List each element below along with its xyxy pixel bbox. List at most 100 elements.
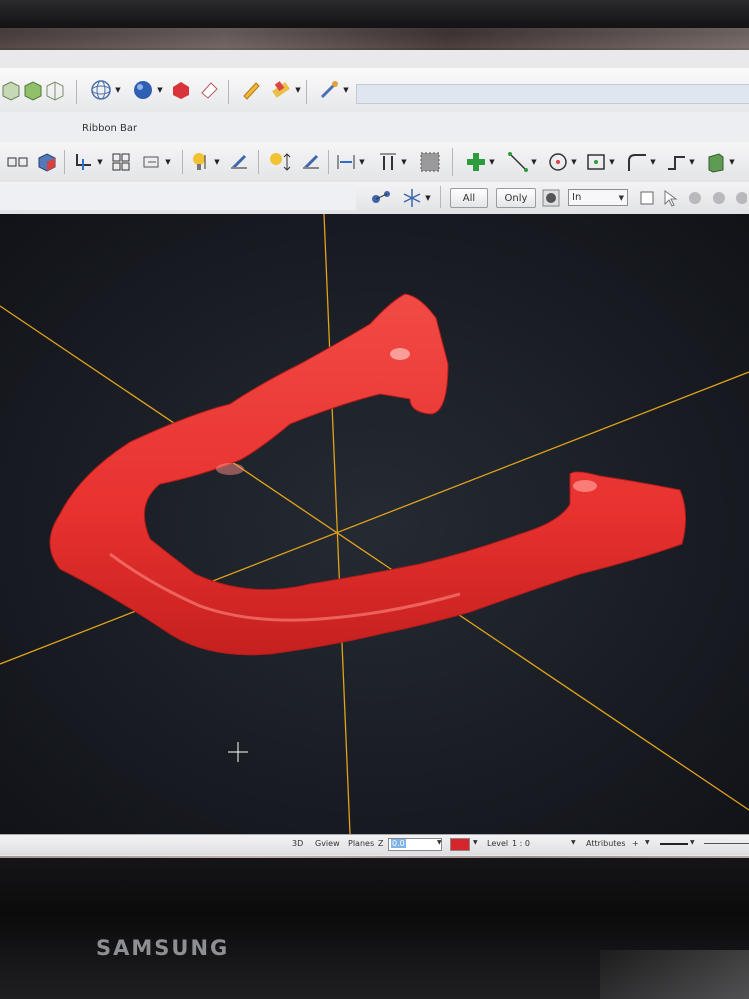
dot-icon [689,192,701,204]
selection-toolbar: ▼ All Only In ▼ [0,182,749,215]
z-depth-value: 0.0 [391,839,406,848]
width-button[interactable]: ▼ [332,150,368,174]
connection-icon [372,191,390,203]
ribbon-bar-caption: Ribbon Bar [82,123,138,134]
ribbon-empty-area [356,84,749,104]
dot2-button[interactable] [708,186,730,210]
fillet-button[interactable]: ▼ [622,150,660,174]
step-curve-icon [668,156,686,170]
brush-button[interactable]: ▼ [314,78,352,102]
solid-view-buttons[interactable] [0,78,72,102]
edit-pen-icon [231,154,247,170]
grid-button[interactable] [108,150,134,174]
extrude-button[interactable]: ▼ [700,150,740,174]
light-bulb-icon [193,153,206,170]
trim-button[interactable]: ▼ [70,150,106,174]
rectangle-button[interactable]: ▼ [582,150,618,174]
vertical-dimension-icon [380,153,397,170]
level-dropdown-chevron-icon[interactable]: ▼ [571,839,576,846]
add-point-button[interactable]: ▼ [462,150,498,174]
ribbon-caption-row: Ribbon Bar [0,112,749,143]
z-depth-field[interactable]: 0.0 [388,838,442,851]
monitor-brand-logo: SAMSUNG [96,936,230,960]
hatch-button[interactable] [416,150,444,174]
color-swatch[interactable] [450,838,470,851]
extrude-icon [708,153,724,173]
line-style-chevron-icon[interactable]: ▼ [690,839,695,846]
attr-dropdown-chevron-icon[interactable]: ▼ [645,839,650,846]
twin-frame-icon [7,157,28,167]
select-only-button[interactable]: Only [496,188,536,208]
double-box-button[interactable] [4,150,32,174]
plus-icon [467,153,486,171]
line-icon [508,152,529,172]
pencil-button[interactable] [238,78,264,102]
chevron-down-icon: ▼ [618,193,624,202]
level-value[interactable]: 1 : 0 [512,839,530,848]
dot3-button[interactable] [732,186,748,210]
line-button[interactable]: ▼ [502,150,542,174]
selection-mode-value: In [572,192,582,203]
trim-icon [76,154,92,170]
light-button[interactable]: ▼ [188,150,222,174]
highlighter-button[interactable]: ▼ [266,78,304,102]
cube-views-icon [2,81,64,101]
planes-toggle[interactable]: Planes [348,839,374,848]
eraser-icon [201,82,218,99]
eraser-button[interactable] [196,78,222,102]
attributes-label[interactable]: Attributes [586,839,626,848]
select-all-button[interactable]: All [450,188,488,208]
light-arrows-button[interactable] [266,150,296,174]
solid-sphere-button[interactable]: ▼ [128,78,166,102]
wire-sphere-icon [91,80,112,100]
line-width-sample[interactable] [704,843,749,844]
box-select-button[interactable] [636,186,658,210]
main-toolbar: ▼ ▼ ▼ ▼ ▼ ▼ ▼ ▼ ▼ ▼ ▼ ▼ [0,142,749,183]
graphics-viewport[interactable] [0,214,749,834]
horizontal-dimension-icon [337,155,355,169]
rectangle-icon [587,154,606,170]
z-dropdown-chevron-icon[interactable]: ▼ [437,839,442,846]
line-style-sample[interactable] [660,843,688,845]
hatch-pattern-icon [420,152,440,172]
view-cube-button[interactable] [34,150,60,174]
red-shape-button[interactable] [168,78,194,102]
desk-corner [600,950,749,999]
move-box-icon [143,156,159,168]
arrow-box-button[interactable]: ▼ [136,150,176,174]
gview-toggle[interactable]: Gview [315,839,340,848]
brush-icon [321,81,339,99]
analyze-button[interactable] [366,186,396,210]
sphere-icon [134,81,153,99]
height-button[interactable]: ▼ [372,150,412,174]
dot-icon [736,192,747,204]
filter-sphere-icon [542,189,560,207]
selection-filter-button[interactable] [540,186,562,210]
edit-pen2-button[interactable] [298,150,324,174]
ribbon-icon-row: ▼ ▼ ▼ ▼ [0,68,749,113]
viewport-canvas [0,214,749,834]
highlighter-icon [272,81,291,98]
status-bar: 3D Gview Planes Z 0.0 ▼ ▼ Level 1 : 0 ▼ … [0,834,749,855]
edit-pen-button[interactable] [226,150,252,174]
box-select-icon [640,191,654,205]
fillet-icon [628,154,647,171]
chamfer-button[interactable]: ▼ [662,150,698,174]
grid-icon [112,153,130,171]
pointer-icon [664,190,678,207]
snap-button[interactable]: ▼ [398,186,434,210]
circle-button[interactable]: ▼ [544,150,580,174]
wire-sphere-button[interactable]: ▼ [86,78,124,102]
view-mode-toggle[interactable]: 3D [292,839,303,848]
selection-mode-select[interactable]: In ▼ [568,189,628,206]
attr-point-style-icon[interactable]: + [632,839,639,848]
toolbar-empty-area [0,184,356,210]
dot-icon [713,192,725,204]
level-label: Level [487,839,509,848]
view-cube-icon [38,153,56,172]
color-dropdown-chevron-icon[interactable]: ▼ [473,839,478,846]
z-label: Z [378,839,384,848]
dot1-button[interactable] [684,186,706,210]
pointer-button[interactable] [660,186,682,210]
snap-star-icon [403,189,421,207]
